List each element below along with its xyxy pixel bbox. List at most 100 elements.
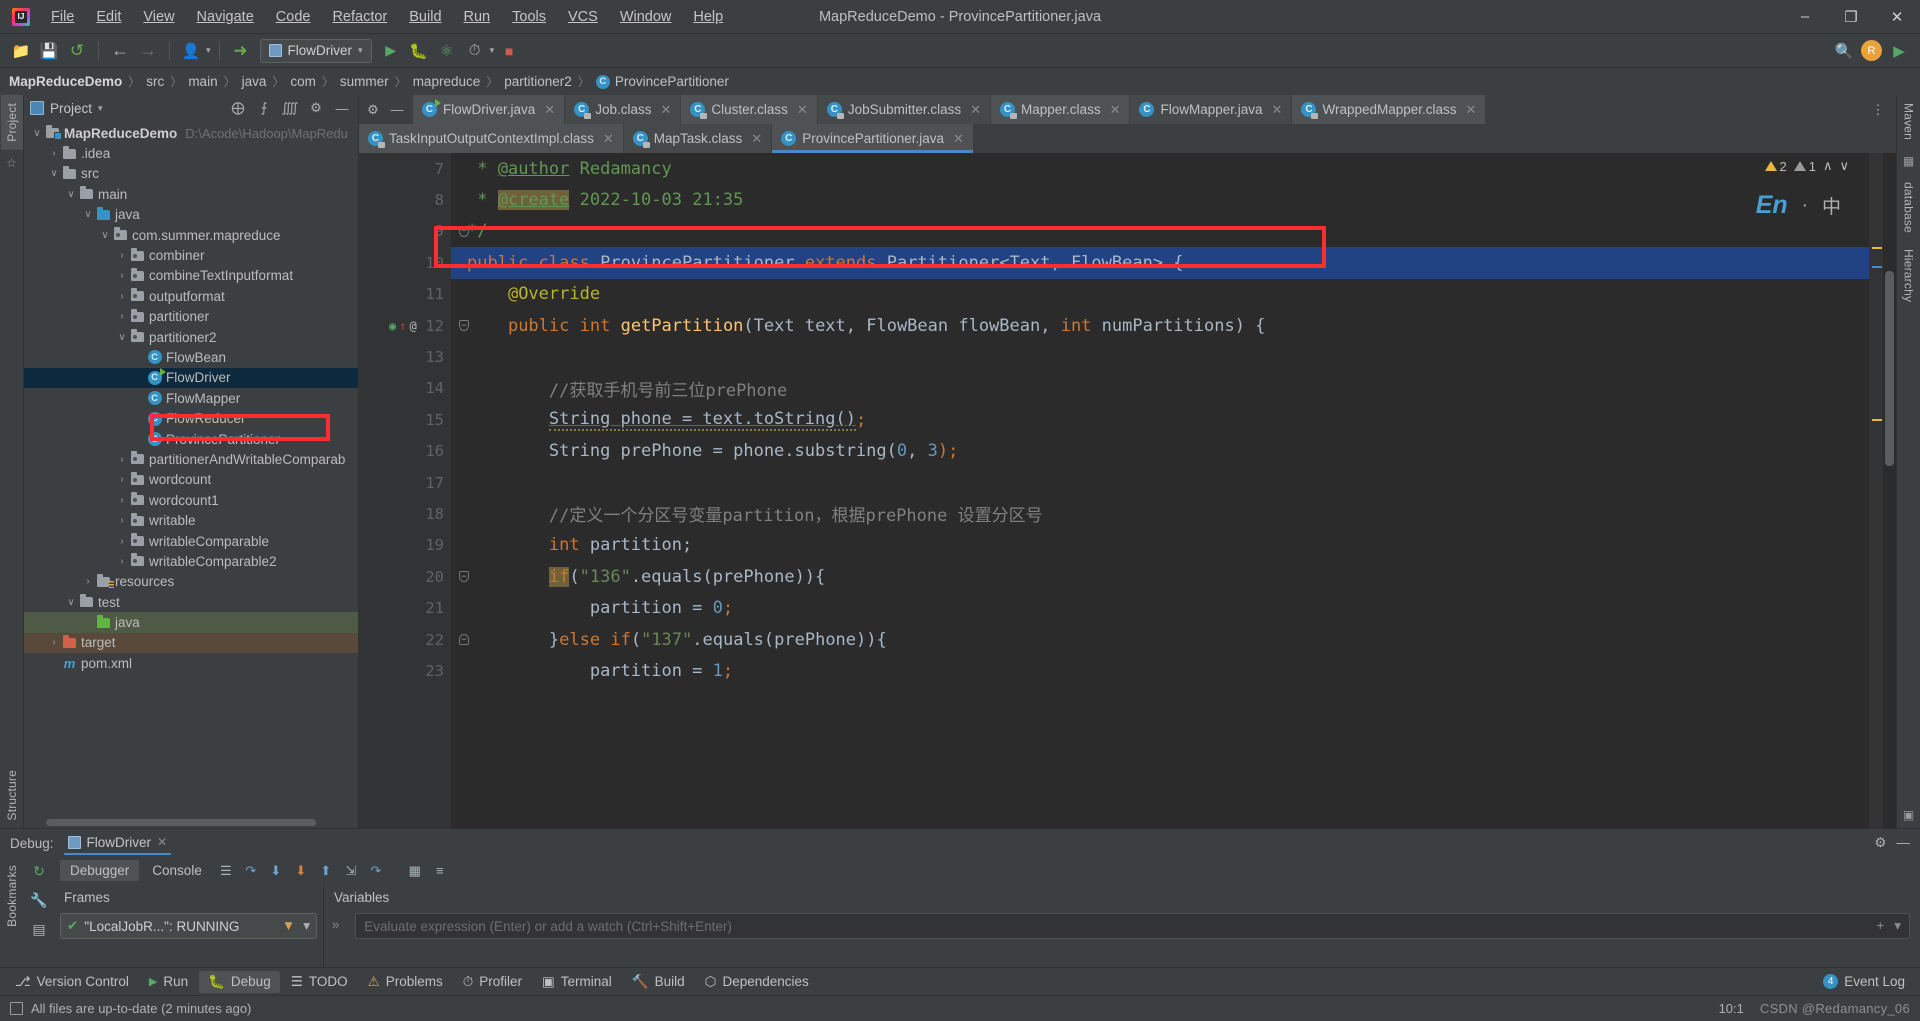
breadcrumb-item-src[interactable]: src [143, 74, 167, 89]
menu-run[interactable]: Run [453, 4, 502, 30]
editor-tab-close-icon[interactable]: ✕ [660, 102, 671, 118]
tree-expand-arrow-icon[interactable]: ∨ [81, 209, 95, 220]
step-out-icon[interactable]: ⬆ [315, 861, 337, 881]
tree-expand-arrow-icon[interactable]: › [81, 576, 95, 587]
close-button[interactable]: ✕ [1874, 0, 1920, 33]
expand-all-icon[interactable]: ⨍ [254, 98, 274, 118]
gutter-line[interactable]: 21 [359, 592, 451, 623]
menu-build[interactable]: Build [398, 4, 452, 30]
add-watch-icon[interactable]: + [1876, 918, 1884, 934]
editor-tab-close-icon[interactable]: ✕ [751, 131, 762, 147]
tree-expand-arrow-icon[interactable]: › [115, 454, 129, 465]
save-all-icon[interactable]: 💾 [36, 38, 62, 64]
gutter-line[interactable]: 11 [359, 279, 451, 310]
debug-session-tab[interactable]: FlowDriver ✕ [63, 832, 172, 855]
force-step-into-icon[interactable]: ⬇ [290, 861, 312, 881]
editor-gutter[interactable]: 7 8 9−10 11 ◉ ↑ @12−13 14 15 16 17 18 19 20−21 22−23 [359, 153, 469, 828]
gutter-line[interactable]: 10 [359, 247, 451, 278]
marker-caret[interactable] [1872, 266, 1882, 268]
tree-expand-arrow-icon[interactable]: › [115, 495, 129, 506]
editor-tabs-overflow[interactable]: ⋮ [1860, 95, 1896, 124]
profile-caret-icon[interactable]: ▾ [206, 45, 211, 56]
inspection-status-widget[interactable]: 2 1 ∧ ∨ [1764, 158, 1849, 174]
project-tree[interactable]: ∨ MapReduceDemo D:\Acode\Hadoop\MapRedu › .i… [24, 121, 358, 828]
tree-expand-arrow-icon[interactable]: › [115, 515, 129, 526]
profiler-icon[interactable]: ⏱ [462, 38, 488, 64]
gutter-line[interactable]: 8 [359, 184, 451, 215]
ide-feature-icon[interactable]: ▶ [1886, 38, 1912, 64]
breadcrumb-item-summer[interactable]: summer [337, 74, 392, 89]
status-memory-icon[interactable] [10, 1002, 23, 1015]
search-everywhere-icon[interactable]: 🔍 [1831, 38, 1857, 64]
tree-expand-arrow-icon[interactable]: ∨ [64, 597, 78, 608]
tree-row[interactable]: C FlowMapper [24, 388, 358, 408]
debug-hide-icon[interactable]: — [1897, 835, 1911, 851]
gutter-line[interactable]: 20− [359, 561, 469, 592]
tree-expand-arrow-icon[interactable]: ∨ [30, 128, 44, 139]
editor-tab-close-icon[interactable]: ✕ [953, 131, 964, 147]
menu-refactor[interactable]: Refactor [321, 4, 398, 30]
tree-expand-arrow-icon[interactable]: ∨ [115, 332, 129, 343]
override-method-marker-icon[interactable]: ◉ ↑ @ [389, 319, 417, 333]
navigate-back-icon[interactable]: ← [107, 38, 133, 64]
sync-icon[interactable]: ↺ [64, 38, 90, 64]
breadcrumb-item-class[interactable]: C ProvincePartitioner [593, 74, 732, 89]
tree-horizontal-scrollbar[interactable] [46, 819, 316, 826]
ime-en-label[interactable]: En [1756, 191, 1788, 220]
menu-file[interactable]: File [40, 4, 85, 30]
menu-window[interactable]: Window [609, 4, 683, 30]
profile-icon[interactable]: 👤 [178, 38, 204, 64]
bottom-item-profiler[interactable]: ⏱ Profiler [454, 971, 531, 993]
breadcrumb-item-main[interactable]: main [185, 74, 220, 89]
bottom-item-todo[interactable]: ☰ TODO [282, 971, 357, 993]
tree-row[interactable]: ∨ partitioner2 [24, 327, 358, 347]
editor-hide-icon[interactable]: — [387, 100, 407, 120]
marker-warning-2[interactable] [1872, 419, 1882, 421]
menu-view[interactable]: View [132, 4, 185, 30]
debug-icon[interactable]: 🐛 [406, 38, 432, 64]
editor-tab[interactable]: C MapTask.class ✕ [623, 124, 773, 153]
tree-expand-arrow-icon[interactable]: ∨ [98, 230, 112, 241]
tree-expand-arrow-icon[interactable]: › [115, 311, 129, 322]
tree-expand-arrow-icon[interactable]: › [115, 250, 129, 261]
breadcrumb-item-com[interactable]: com [287, 74, 319, 89]
marker-warning[interactable] [1872, 247, 1882, 249]
gutter-line[interactable]: 17 [359, 467, 451, 498]
stop-icon[interactable]: ■ [496, 38, 522, 64]
frame-caret-icon[interactable]: ▾ [303, 918, 310, 934]
collapse-all-icon[interactable]: ⨌ [280, 98, 300, 118]
event-log-button[interactable]: 4 Event Log [1814, 971, 1914, 992]
tree-row[interactable]: ∨ main [24, 184, 358, 204]
debug-settings-icon[interactable]: ⚙ [1874, 835, 1886, 851]
editor-tab-close-icon[interactable]: ✕ [603, 131, 614, 147]
tree-row[interactable]: › wordcount [24, 470, 358, 490]
tree-expand-arrow-icon[interactable]: › [47, 148, 61, 159]
rail-tab-maven[interactable]: Maven [1898, 95, 1920, 148]
tree-expand-arrow-icon[interactable]: › [115, 291, 129, 302]
rail-tab-bookmarks[interactable]: Bookmarks [1, 857, 23, 935]
editor-tab[interactable]: C ProvincePartitioner.java ✕ [772, 124, 974, 153]
tree-row[interactable]: ∨ test [24, 592, 358, 612]
step-over-icon[interactable]: ↷ [240, 861, 262, 881]
run-icon[interactable]: ▶ [378, 38, 404, 64]
bottom-item-dependencies[interactable]: ⬡ Dependencies [696, 971, 818, 993]
wrench-icon[interactable]: 🔧 [30, 892, 47, 909]
tree-row[interactable]: › writable [24, 510, 358, 530]
breadcrumb-item-partitioner2[interactable]: partitioner2 [501, 74, 575, 89]
rail-tab-hierarchy[interactable]: Hierarchy [1898, 241, 1920, 310]
gutter-line[interactable]: 19 [359, 530, 451, 561]
weak-warning-count[interactable]: 1 [1793, 159, 1816, 174]
evaluate-expression-icon[interactable]: ▦ [404, 861, 426, 881]
tree-row[interactable]: › partitioner [24, 307, 358, 327]
run-to-cursor-icon[interactable]: ↷ [365, 861, 387, 881]
tree-expand-arrow-icon[interactable]: › [115, 536, 129, 547]
run-coverage-icon[interactable]: ⚛ [434, 38, 460, 64]
tree-row[interactable]: ∨ java [24, 205, 358, 225]
caret-position[interactable]: 10:1 [1719, 1001, 1744, 1016]
editor-tab[interactable]: C FlowMapper.java ✕ [1130, 95, 1293, 124]
open-project-icon[interactable]: 📁 [8, 38, 34, 64]
gutter-line[interactable]: 9− [359, 216, 469, 247]
notifications-icon[interactable]: ▣ [1903, 802, 1914, 828]
prev-problem-icon[interactable]: ∧ [1823, 158, 1833, 174]
gutter-line[interactable]: 22− [359, 624, 469, 655]
